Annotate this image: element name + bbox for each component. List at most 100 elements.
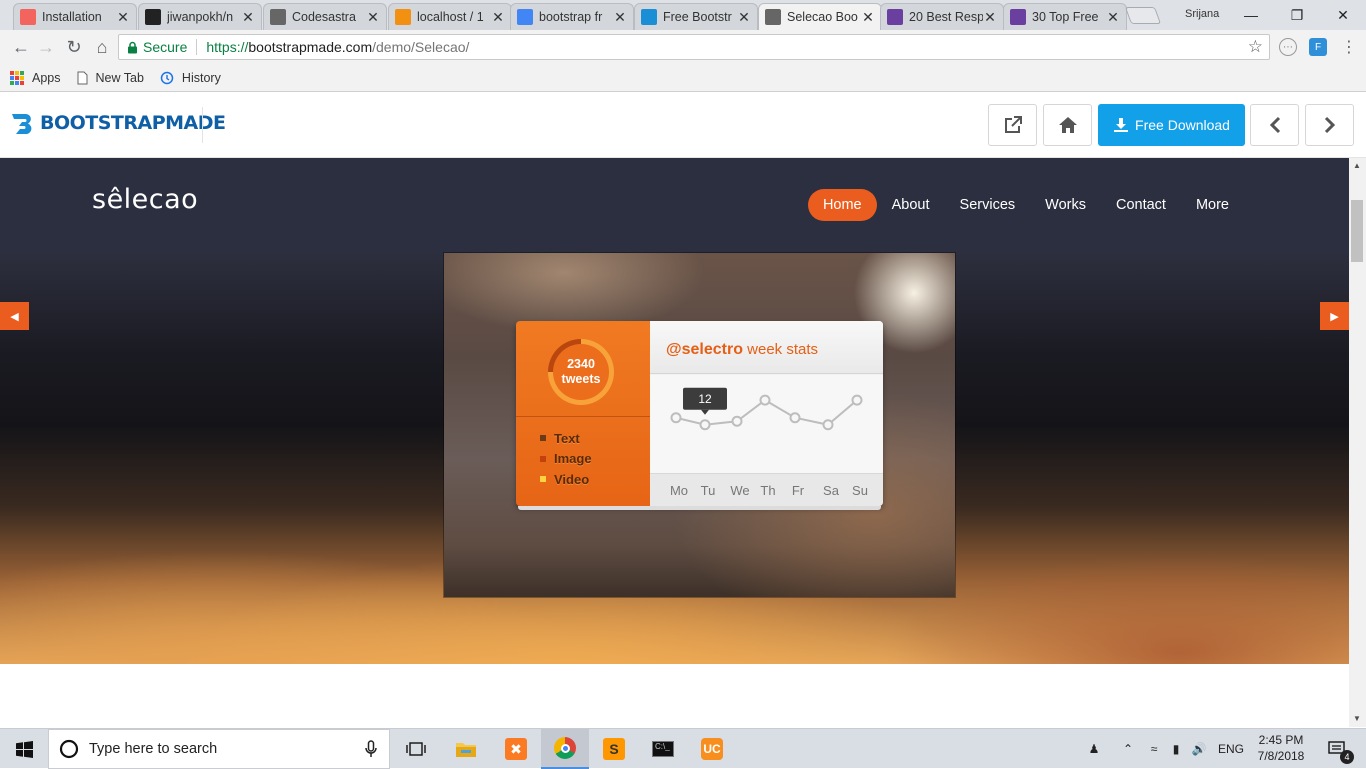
browser-tab[interactable]: localhost / 1 ✕: [388, 3, 512, 30]
tweet-count-label: tweets: [561, 372, 601, 386]
close-window-icon[interactable]: ✕: [1320, 0, 1366, 30]
nav-home[interactable]: Home: [807, 189, 877, 221]
data-point-we[interactable]: [731, 415, 743, 427]
extension-icon[interactable]: ⋯: [1279, 38, 1297, 56]
legend-label: Image: [554, 451, 592, 467]
colorlib-icon: [887, 9, 903, 25]
bookmark-new-tab[interactable]: New Tab: [77, 71, 144, 85]
browser-tab[interactable]: bootstrap fr ✕: [510, 3, 634, 30]
forward-icon[interactable]: →: [35, 36, 57, 58]
maximize-icon[interactable]: ❐: [1274, 0, 1320, 30]
chrome-icon[interactable]: [541, 729, 589, 769]
scroll-down-icon[interactable]: ▼: [1353, 714, 1361, 723]
tab-close-icon[interactable]: ✕: [491, 9, 505, 26]
new-tab-button[interactable]: [1124, 7, 1162, 24]
lock-icon: [128, 41, 137, 53]
tab-close-icon[interactable]: ✕: [861, 9, 875, 26]
tab-close-icon[interactable]: ✕: [241, 9, 255, 26]
bookmark-history[interactable]: History: [160, 71, 221, 85]
nav-about[interactable]: About: [877, 189, 945, 221]
open-external-button[interactable]: [988, 104, 1037, 146]
browser-tab[interactable]: jiwanpokh/n ✕: [138, 3, 262, 30]
browser-tab[interactable]: Installation ✕: [13, 3, 137, 30]
taskbar-search[interactable]: Type here to search: [48, 729, 390, 769]
tab-close-icon[interactable]: ✕: [983, 9, 997, 26]
scroll-thumb[interactable]: [1351, 200, 1363, 262]
menu-kebab-icon[interactable]: ⋮: [1338, 36, 1360, 58]
command-prompt-icon[interactable]: C:\_: [639, 729, 687, 769]
data-point-tu[interactable]: [699, 419, 711, 431]
microphone-icon[interactable]: [365, 740, 377, 758]
tab-close-icon[interactable]: ✕: [613, 9, 627, 26]
back-icon[interactable]: ←: [10, 36, 32, 58]
home-icon[interactable]: ⌂: [91, 36, 113, 58]
phpmyadmin-icon: [395, 9, 411, 25]
profile-name[interactable]: Srijana: [1185, 8, 1219, 20]
browser-tab[interactable]: 30 Top Free ✕: [1003, 3, 1127, 30]
browser-tab[interactable]: Selecao Boo ✕: [758, 3, 882, 30]
x-tick-label: Mo: [670, 483, 688, 498]
address-bar[interactable]: Secure https://bootstrapmade.com/demo/Se…: [118, 34, 1270, 60]
free-download-button[interactable]: Free Download: [1098, 104, 1245, 146]
xampp-icon[interactable]: ✖: [492, 729, 540, 769]
data-point-su[interactable]: [851, 394, 863, 406]
data-point-mo[interactable]: [670, 412, 682, 424]
tab-close-icon[interactable]: ✕: [1106, 9, 1120, 26]
next-theme-button[interactable]: [1305, 104, 1354, 146]
start-button[interactable]: [0, 729, 48, 769]
home-button[interactable]: [1043, 104, 1092, 146]
tab-title: Selecao Boo: [787, 10, 858, 24]
data-point-th[interactable]: [759, 394, 771, 406]
windows-logo-icon: [15, 740, 33, 758]
page-scrollbar[interactable]: ▲ ▼: [1349, 158, 1366, 727]
tab-close-icon[interactable]: ✕: [737, 9, 751, 26]
bookmark-label: History: [181, 70, 221, 85]
secure-indicator[interactable]: Secure: [127, 39, 187, 55]
uc-browser-icon[interactable]: UC: [688, 729, 736, 769]
tab-title: 20 Best Resp: [909, 10, 983, 24]
bookmark-apps[interactable]: Apps: [10, 70, 61, 85]
slider-prev-button[interactable]: ◀: [0, 302, 29, 330]
language-indicator[interactable]: ENG: [1214, 729, 1248, 769]
nav-contact[interactable]: Contact: [1101, 189, 1181, 221]
people-icon[interactable]: ♟: [1082, 729, 1106, 769]
reload-icon[interactable]: ↻: [63, 36, 85, 58]
page-icon: [77, 71, 87, 84]
slider-next-button[interactable]: ▶: [1320, 302, 1349, 330]
scroll-up-icon[interactable]: ▲: [1353, 161, 1361, 170]
bootstrapmade-logo[interactable]: BOOTSTRAPMADE: [10, 110, 226, 136]
tab-close-icon[interactable]: ✕: [366, 9, 380, 26]
data-point-sa[interactable]: [822, 419, 834, 431]
tab-close-icon[interactable]: ✕: [116, 9, 130, 26]
tweet-count: 2340: [567, 357, 595, 371]
github-icon: [145, 9, 161, 25]
nav-services[interactable]: Services: [945, 189, 1031, 221]
action-center-icon[interactable]: 4: [1318, 729, 1358, 769]
show-hidden-icons-icon[interactable]: ⌃: [1118, 729, 1138, 769]
browser-tab[interactable]: Codesastra ✕: [263, 3, 387, 30]
wifi-icon[interactable]: ≈: [1144, 729, 1164, 769]
nav-works[interactable]: Works: [1030, 189, 1101, 221]
browser-tab[interactable]: 20 Best Resp ✕: [880, 3, 1004, 30]
hero-slider: 2340 tweets Text Image Video @selectro wee…: [0, 253, 1349, 664]
bookmark-star-icon[interactable]: ☆: [1248, 37, 1263, 57]
download-icon: [1114, 118, 1129, 132]
minimize-icon[interactable]: —: [1228, 0, 1274, 30]
browser-tab[interactable]: Free Bootstr ✕: [634, 3, 758, 30]
week-line-chart-svg: 12: [670, 387, 863, 431]
system-clock[interactable]: 2:45 PM 7/8/2018: [1248, 732, 1314, 764]
extension-fb-icon[interactable]: F: [1309, 38, 1327, 56]
tweets-ring: 2340 tweets: [548, 339, 614, 405]
data-point-fr[interactable]: [789, 412, 801, 424]
sublime-text-icon[interactable]: S: [590, 729, 638, 769]
previous-theme-button[interactable]: [1250, 104, 1299, 146]
tooltip-value: 12: [698, 392, 712, 406]
task-view-icon[interactable]: [392, 729, 440, 769]
file-explorer-icon[interactable]: [442, 729, 490, 769]
external-link-icon: [1004, 116, 1022, 133]
site-logo[interactable]: sêlecao: [92, 184, 198, 215]
page-icon: [765, 9, 781, 25]
volume-icon[interactable]: 🔊: [1188, 729, 1210, 769]
battery-icon[interactable]: ▮: [1166, 729, 1186, 769]
nav-more[interactable]: More: [1181, 189, 1244, 221]
